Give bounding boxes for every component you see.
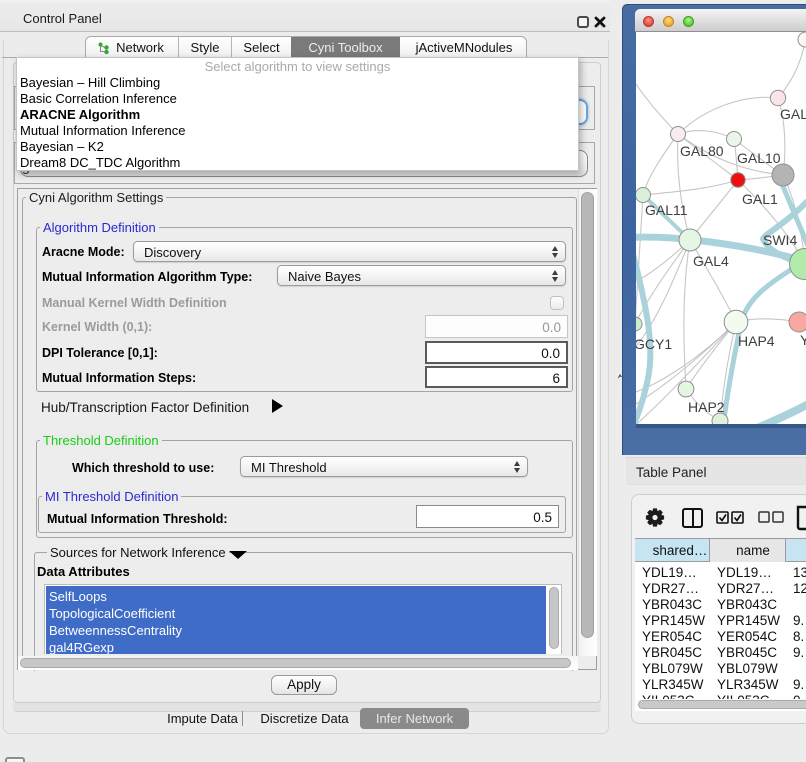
svg-text:GAL10: GAL10	[737, 150, 781, 166]
svg-text:HAP2: HAP2	[688, 399, 725, 415]
svg-text:Y: Y	[800, 332, 806, 348]
svg-text:GCY1: GCY1	[636, 336, 672, 352]
svg-text:SWI4: SWI4	[763, 232, 797, 248]
svg-text:GAL7: GAL7	[780, 106, 806, 122]
svg-text:GAL1: GAL1	[742, 191, 778, 207]
svg-text:GAL80: GAL80	[680, 143, 724, 159]
svg-text:GAL4: GAL4	[693, 253, 729, 269]
svg-text:HAP4: HAP4	[738, 333, 775, 349]
svg-text:GAL11: GAL11	[645, 202, 688, 218]
